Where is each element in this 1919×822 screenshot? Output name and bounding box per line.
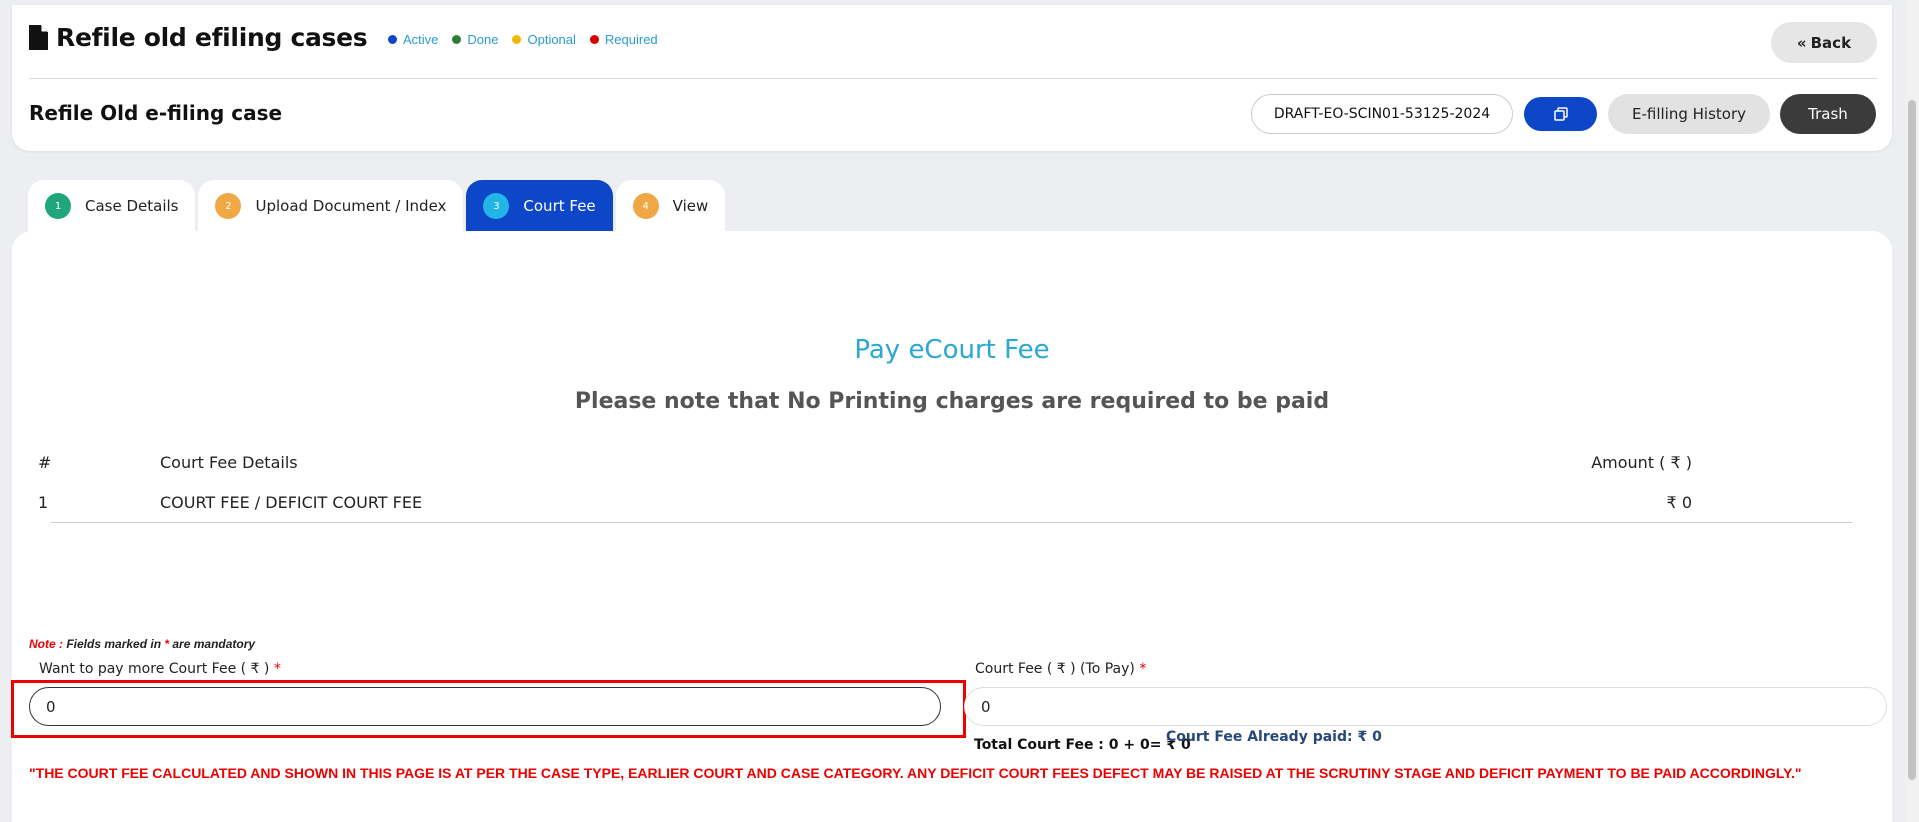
page-scrollbar[interactable] (1905, 0, 1919, 822)
printing-charges-note: Please note that No Printing charges are… (574, 389, 1330, 414)
legend-label: Done (467, 32, 499, 47)
to-pay-label: Court Fee ( ₹ ) (To Pay) * (975, 661, 1146, 677)
table-row: 1 COURT FEE / DEFICIT COURT FEE ₹ 0 (38, 483, 1852, 523)
column-header: Amount ( ₹ ) (1591, 453, 1692, 472)
back-button[interactable]: « Back (1771, 22, 1877, 63)
draft-id-badge: DRAFT-EO-SCIN01-53125-2024 (1251, 94, 1513, 134)
legend-optional: Optional (512, 32, 576, 47)
step-number-badge: 1 (45, 193, 71, 219)
copy-icon (1553, 107, 1568, 121)
header-card: Refile old efiling cases Active Done Opt… (12, 5, 1892, 151)
court-fee-warning: "THE COURT FEE CALCULATED AND SHOWN IN T… (29, 765, 1802, 781)
tab-court-fee[interactable]: 3 Court Fee (466, 180, 613, 232)
legend-active: Active (388, 32, 438, 47)
status-legend: Active Done Optional Required (388, 32, 658, 47)
table-cell: 1 (38, 493, 49, 512)
to-pay-label-text: Court Fee ( ₹ ) (To Pay) (975, 661, 1135, 677)
tab-label: Case Details (85, 197, 179, 215)
double-chevron-left-icon: « (1796, 33, 1807, 52)
total-court-fee: Total Court Fee : 0 + 0= ₹ 0 (974, 737, 1191, 753)
step-tabs: 1 Case Details 2 Upload Document / Index… (28, 180, 726, 232)
document-icon (29, 25, 48, 50)
section-title: Refile Old e-filing case (29, 101, 283, 125)
efiling-history-button[interactable]: E-filling History (1608, 94, 1770, 134)
court-fee-to-pay-input[interactable]: 0 (964, 687, 1887, 726)
tab-upload-document[interactable]: 2 Upload Document / Index (198, 180, 464, 232)
column-header: # (38, 453, 52, 472)
scrollbar-thumb[interactable] (1908, 100, 1916, 780)
required-star: * (1139, 661, 1147, 677)
legend-done: Done (452, 32, 498, 47)
legend-label: Optional (527, 32, 576, 47)
tab-label: View (672, 197, 709, 215)
more-fee-label: Want to pay more Court Fee ( ₹ ) * (39, 661, 281, 677)
table-cell: ₹ 0 (1666, 493, 1692, 512)
step-number-badge: 2 (215, 193, 242, 219)
page-title: Refile old efiling cases (56, 23, 368, 52)
trash-button[interactable]: Trash (1780, 94, 1876, 134)
table-cell: COURT FEE / DEFICIT COURT FEE (160, 493, 423, 512)
court-fee-already-paid: Court Fee Already paid: ₹ 0 (1166, 729, 1382, 745)
court-fee-panel: Pay eCourt Fee Please note that No Print… (11, 231, 1892, 822)
back-button-label: Back (1810, 33, 1852, 52)
legend-label: Active (403, 32, 439, 47)
copy-button[interactable] (1524, 97, 1597, 131)
table-header-row: # Court Fee Details Amount ( ₹ ) (30, 443, 1876, 483)
column-header: Court Fee Details (160, 453, 298, 472)
legend-label: Required (604, 32, 658, 47)
active-dot-icon (388, 35, 397, 44)
note-text: are mandatory (169, 637, 256, 651)
court-fee-table: # Court Fee Details Amount ( ₹ ) 1 COURT… (30, 443, 1876, 523)
required-star: * (273, 661, 281, 677)
mandatory-fields-note: Note : Fields marked in * are mandatory (29, 637, 255, 651)
legend-required: Required (589, 32, 658, 47)
done-dot-icon (452, 35, 462, 44)
note-text: Fields marked in (63, 637, 165, 651)
optional-dot-icon (512, 35, 522, 44)
more-fee-label-text: Want to pay more Court Fee ( ₹ ) (39, 661, 270, 677)
header-divider (29, 78, 1877, 79)
note-prefix: Note : (29, 637, 63, 651)
tab-view[interactable]: 4 View (615, 180, 726, 232)
step-number-badge: 3 (483, 193, 510, 219)
tab-label: Court Fee (523, 197, 596, 215)
pay-ecourt-fee-title: Pay eCourt Fee (854, 335, 1050, 365)
more-court-fee-input[interactable]: 0 (29, 687, 941, 726)
tab-label: Upload Document / Index (255, 197, 447, 215)
title-row: Refile old efiling cases (29, 23, 368, 52)
required-dot-icon (589, 35, 599, 44)
tab-case-details[interactable]: 1 Case Details (28, 180, 196, 232)
step-number-badge: 4 (632, 193, 659, 219)
